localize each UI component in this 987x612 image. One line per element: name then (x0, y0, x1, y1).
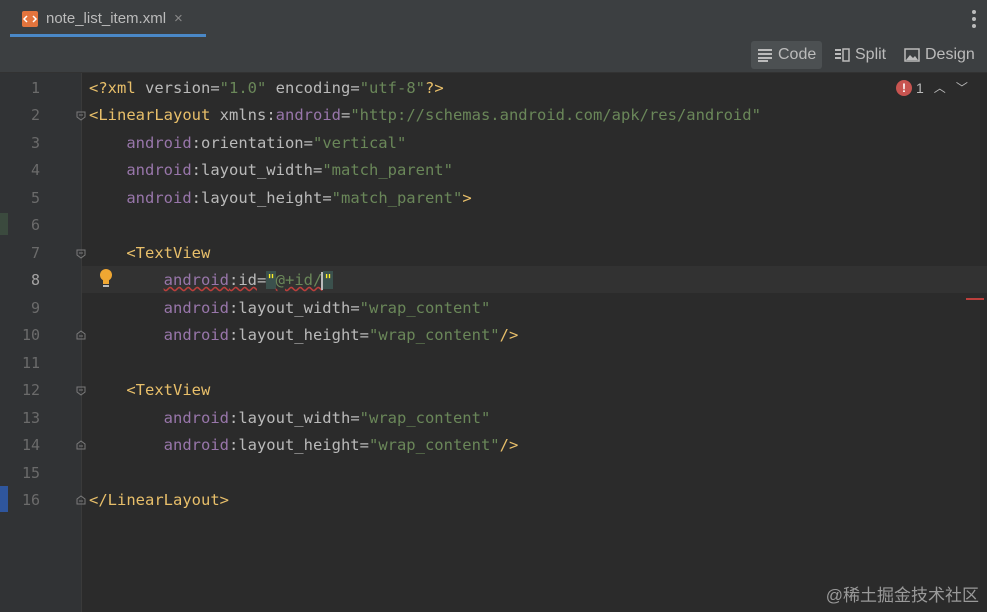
tab-close-icon[interactable]: × (174, 10, 183, 27)
chevron-up-icon[interactable]: ︿ (934, 79, 946, 96)
fold-open-icon[interactable] (76, 386, 86, 396)
watermark: @稀土掘金技术社区 (825, 586, 979, 605)
split-view-button[interactable]: Split (828, 41, 892, 69)
tab-note-list-item[interactable]: note_list_item.xml × (10, 0, 206, 37)
code-line-8: android:id="@+id/" (163, 271, 333, 290)
fold-close-icon[interactable] (76, 440, 86, 450)
active-tab-indicator (10, 34, 206, 37)
design-view-button[interactable]: Design (898, 41, 981, 69)
error-count: 1 (916, 79, 924, 96)
xml-file-icon (22, 10, 38, 27)
line-number: 6 (30, 216, 40, 234)
code-line-12: <TextView (126, 381, 211, 399)
code-view-label: Code (778, 46, 817, 63)
line-number: 4 (30, 161, 40, 179)
line-number: 7 (30, 244, 40, 262)
line-number: 12 (21, 381, 40, 399)
code-line-2: <LinearLayout xmlns:android="http://sche… (89, 106, 761, 124)
inspection-widget[interactable]: ! 1 ︿ ﹀ (896, 79, 968, 96)
line-number: 2 (30, 106, 40, 124)
line-number: 10 (21, 326, 40, 344)
fold-open-icon[interactable] (76, 249, 86, 259)
line-number: 16 (21, 491, 40, 509)
code-view-button[interactable]: Code (751, 41, 823, 69)
fold-close-icon[interactable] (76, 495, 86, 505)
code-line-4: android:layout_width="match_parent" (126, 161, 453, 179)
code-line-16: </LinearLayout> (89, 491, 229, 509)
code-line-14: android:layout_height="wrap_content"/> (163, 436, 519, 454)
line-number: 5 (30, 189, 40, 207)
design-view-label: Design (925, 46, 975, 63)
line-number: 9 (30, 299, 40, 317)
chevron-down-icon[interactable]: ﹀ (956, 79, 968, 96)
view-mode-bar: Code Split Design (0, 38, 987, 73)
line-number: 3 (30, 134, 40, 152)
line-number-gutter[interactable]: 1 2 3 4 5 6 7 8 9 10 11 12 13 14 15 16 (0, 73, 82, 612)
fold-close-icon[interactable] (76, 330, 86, 340)
line-number: 11 (21, 354, 40, 372)
code-line-3: android:orientation="vertical" (126, 134, 407, 152)
error-stripe-marker[interactable] (966, 298, 984, 300)
tab-title: note_list_item.xml (46, 10, 167, 27)
code-line-9: android:layout_width="wrap_content" (163, 299, 491, 317)
fold-open-icon[interactable] (76, 111, 86, 121)
editor-tab-bar: note_list_item.xml × (0, 0, 987, 39)
design-view-icon (904, 48, 920, 62)
line-number: 13 (21, 409, 40, 427)
error-icon: ! (896, 79, 912, 96)
more-options-icon[interactable] (971, 10, 977, 28)
code-line-1: <?xml version="1.0" encoding="utf-8"?> (89, 79, 444, 97)
code-line-13: android:layout_width="wrap_content" (163, 409, 491, 427)
code-view-icon (758, 49, 772, 62)
line-number: 8 (30, 271, 40, 289)
code-line-5: android:layout_height="match_parent"> (126, 189, 472, 207)
code-line-10: android:layout_height="wrap_content"/> (163, 326, 519, 344)
line-number: 15 (21, 464, 40, 482)
code-line-7: <TextView (126, 244, 211, 262)
split-view-icon (835, 48, 850, 62)
code-editor[interactable]: 1 2 3 4 5 6 7 8 9 10 11 12 13 14 15 16 <… (0, 73, 987, 612)
split-view-label: Split (855, 46, 887, 63)
line-number: 1 (30, 79, 40, 97)
line-number: 14 (21, 436, 40, 454)
